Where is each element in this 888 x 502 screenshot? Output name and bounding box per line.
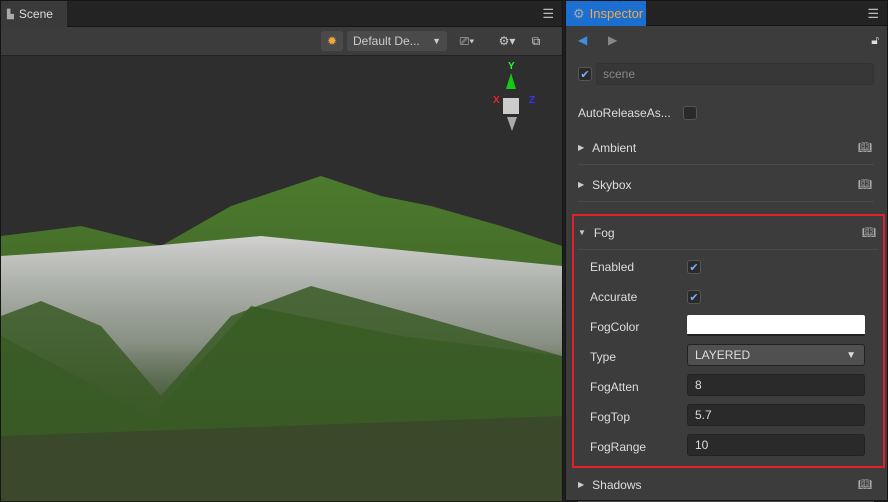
inspector-tabbar: ⚙ Inspector ☰ [566,1,887,26]
scene-panel: ▙ Scene ☰ ✹ Default De... ▼ ⎚▾ ⚙▾ ⧉ Y X Z [0,0,563,501]
tab-scene[interactable]: ▙ Scene [1,1,67,27]
fog-accurate-checkbox[interactable]: ✔ [687,290,701,304]
scene-viewport[interactable]: Y X Z [1,56,562,501]
gizmo-neg-y-arrow[interactable] [507,117,517,131]
fog-range-input[interactable]: 10 [687,434,865,456]
forward-icon[interactable]: ▶ [608,33,617,47]
help-book-icon[interactable]: 📖︎ [858,178,872,191]
auto-release-label: AutoReleaseAs... [578,106,671,120]
node-enabled-checkbox[interactable]: ✔ [578,67,592,81]
section-ambient[interactable]: ▶ Ambient 📖︎ [578,131,874,165]
expand-icon: ▶ [578,480,585,489]
fog-top-label: FogTop [590,410,631,424]
node-name-input[interactable]: scene [596,63,874,85]
help-book-icon[interactable]: 📖︎ [858,141,872,154]
section-shadows[interactable]: ▶ Shadows 📖︎ [578,468,874,502]
fog-highlight-box: ▼ Fog 📖︎ Enabled ✔ Accurate ✔ FogColor Typ… [572,214,885,468]
fog-accurate-label: Accurate [590,290,638,304]
fog-color-label: FogColor [590,320,640,334]
dropdown-arrow-icon: ▼ [846,349,856,361]
gear-icon: ⚙ [573,5,585,21]
tab-inspector[interactable]: ⚙ Inspector [566,1,646,26]
lock-icon[interactable]: 🔓︎ [871,33,879,48]
section-skybox[interactable]: ▶ Skybox 📖︎ [578,168,874,202]
fog-enabled-label: Enabled [590,260,635,274]
back-icon[interactable]: ◀ [578,33,587,47]
camera-icon[interactable]: ⎚▾ [453,31,481,51]
expand-icon: ▶ [578,143,585,152]
help-book-icon[interactable]: 📖︎ [858,478,872,491]
gizmo-y-label: Y [508,61,515,72]
gizmo-x-label: X [493,95,500,106]
gear-icon[interactable]: ⚙▾ [494,31,520,51]
fog-atten-input[interactable]: 8 [687,374,865,396]
terrain-render [1,176,562,501]
expand-icon: ▶ [578,180,585,189]
fog-type-label: Type [590,350,617,364]
inspector-menu-icon[interactable]: ☰ [867,6,879,22]
scene-icon: ▙ [7,8,14,19]
scene-tabbar: ▙ Scene ☰ [1,1,562,27]
gizmo-z-label: Z [529,95,536,106]
fog-atten-label: FogAtten [590,380,639,394]
help-book-icon[interactable]: 📖︎ [862,226,876,239]
fog-top-input[interactable]: 5.7 [687,404,865,426]
section-fog[interactable]: ▼ Fog 📖︎ [578,216,878,250]
orientation-gizmo[interactable]: Y X Z [481,61,541,136]
dropdown-arrow-icon: ▼ [432,36,441,46]
fog-color-swatch[interactable] [687,315,865,336]
fog-type-select[interactable]: LAYERED ▼ [687,344,865,366]
scene-toolbar: ✹ Default De... ▼ ⎚▾ ⚙▾ ⧉ [1,27,562,56]
gizmo-cube[interactable] [503,98,519,114]
collapse-icon: ▼ [578,228,586,237]
camera-select[interactable]: Default De... ▼ [347,31,447,51]
inspector-panel: ⚙ Inspector ☰ ◀ ▶ 🔓︎ ✔ scene AutoReleaseA… [565,0,888,502]
fog-range-label: FogRange [590,440,647,454]
gizmo-y-arrow[interactable] [506,73,516,89]
auto-release-checkbox[interactable] [683,106,697,120]
light-toggle-button[interactable]: ✹ [321,31,343,51]
layout-icon[interactable]: ⧉ [527,31,545,51]
fog-enabled-checkbox[interactable]: ✔ [687,260,701,274]
scene-menu-icon[interactable]: ☰ [542,6,554,22]
